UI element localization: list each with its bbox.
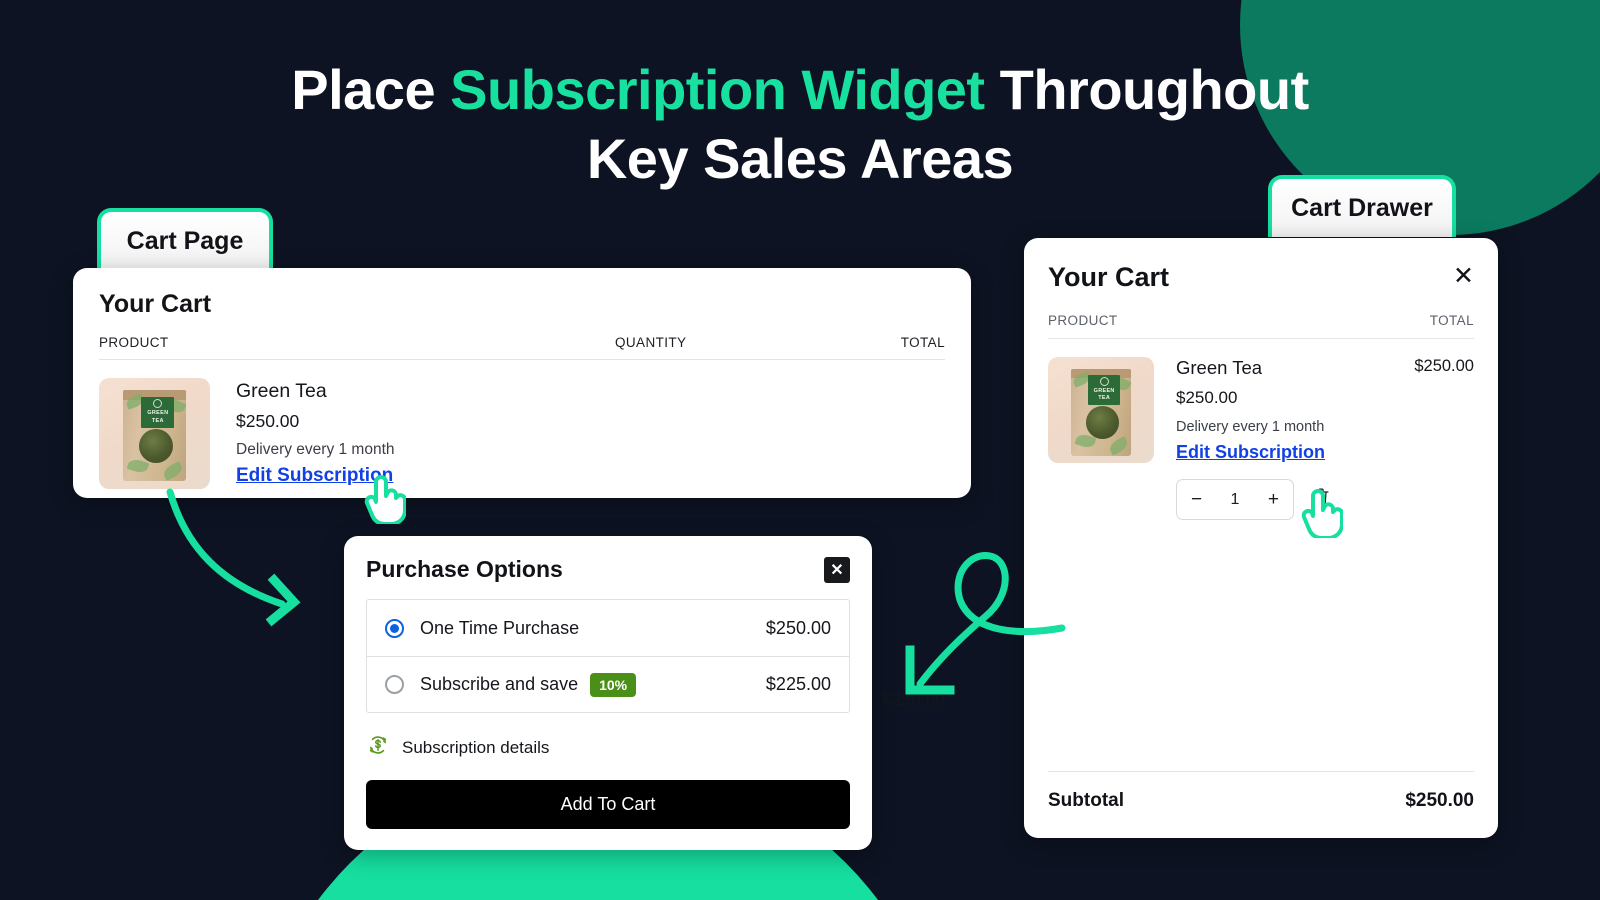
cart-drawer-title: Your Cart (1048, 262, 1170, 292)
title-line-1: Place Subscription Widget Throughout (0, 56, 1600, 125)
product-name: Green Tea (1176, 357, 1263, 378)
tea-bag-label: GREEN TEA (141, 396, 175, 428)
tab-cart-drawer[interactable]: Cart Drawer (1268, 175, 1456, 237)
delivery-frequency: Delivery every 1 month (236, 441, 395, 458)
option-label-one-time: One Time Purchase (420, 617, 580, 638)
tea-label-line-1: GREEN (1093, 387, 1115, 394)
subscription-details-row[interactable]: Subscription details (366, 733, 850, 762)
brand-mark-icon (153, 399, 163, 409)
radio-icon-subscribe[interactable] (385, 675, 404, 694)
delivery-frequency: Delivery every 1 month (1176, 419, 1325, 435)
option-one-time-purchase[interactable]: One Time Purchase $250.00 (367, 600, 849, 656)
list-item: GREEN TEA Green Tea $250.00 Delivery eve… (1048, 357, 1474, 463)
drawer-footer: Subtotal $250.00 (1048, 771, 1474, 812)
column-header-quantity: QUANTITY (615, 335, 687, 350)
product-price: $250.00 (236, 411, 300, 431)
product-info: Green Tea $250.00 Delivery every 1 month… (236, 380, 395, 487)
option-price-one-time: $250.00 (765, 617, 831, 638)
quantity-decrement-button[interactable]: − (1191, 490, 1202, 509)
close-icon[interactable]: ✕ (1453, 264, 1474, 289)
subtotal-label: Subtotal (1048, 790, 1124, 811)
title-line-1-accent: Subscription Widget (450, 58, 985, 121)
cart-page-panel: Your Cart PRODUCT QUANTITY TOTAL GREEN T… (73, 268, 971, 721)
edit-subscription-link[interactable]: Edit Subscription (1176, 442, 1325, 463)
modal-header: Purchase Options ✕ (366, 556, 850, 583)
option-price-subscribe: $225.00 (765, 674, 831, 694)
tab-cart-page[interactable]: Cart Page (97, 208, 273, 270)
subscription-recurring-dollar-icon (366, 733, 390, 762)
edit-subscription-link[interactable]: Edit Subscription (236, 465, 393, 487)
status-badge-discount: 10% (590, 672, 637, 697)
page-title: Place Subscription Widget Throughout Key… (0, 56, 1600, 194)
column-header-total: TOTAL (1429, 313, 1474, 328)
close-icon[interactable]: ✕ (824, 556, 850, 583)
product-name: Green Tea (236, 380, 327, 402)
tab-cart-page-label: Cart Page (126, 226, 244, 255)
purchase-options-list: One Time Purchase $250.00 Subscribe and … (366, 599, 850, 713)
product-thumbnail: GREEN TEA (1048, 357, 1154, 463)
cart-page-divider (99, 359, 945, 360)
trash-icon[interactable] (1312, 487, 1330, 512)
column-header-product: PRODUCT (1048, 313, 1118, 328)
option-subscribe-and-save[interactable]: Subscribe and save 10% $225.00 (367, 656, 849, 712)
purchase-options-modal: Purchase Options ✕ One Time Purchase $25… (344, 536, 872, 850)
radio-icon-one-time[interactable] (385, 618, 404, 638)
quantity-control-group: − 1 + (1176, 479, 1474, 520)
add-to-cart-button[interactable]: Add To Cart (366, 780, 850, 829)
quantity-value: 1 (1230, 490, 1240, 508)
poster-stage: Place Subscription Widget Throughout Key… (0, 0, 1600, 900)
cart-page-column-headers: PRODUCT QUANTITY TOTAL (99, 335, 945, 350)
drawer-column-headers: PRODUCT TOTAL (1048, 313, 1474, 328)
tea-label-line-2: TEA (151, 417, 164, 424)
cart-page-title: Your Cart (99, 290, 212, 318)
subtotal-value: $250.00 (1405, 790, 1474, 811)
subscription-details-label: Subscription details (402, 737, 550, 757)
tea-bag-window (1086, 405, 1120, 439)
cart-drawer-panel: Your Cart ✕ PRODUCT TOTAL GREEN TEA Gree… (1024, 238, 1498, 838)
modal-title: Purchase Options (366, 556, 563, 582)
title-line-1-prefix: Place (291, 58, 451, 121)
tea-bag-label: GREEN TEA (1088, 375, 1121, 405)
line-item-total: $250.00 (881, 689, 945, 709)
arrow-cart-page-to-modal (166, 488, 301, 627)
tab-cart-drawer-label: Cart Drawer (1291, 193, 1433, 222)
quantity-stepper[interactable]: − 1 + (1176, 479, 1294, 520)
footer-divider (1048, 771, 1474, 772)
line-item-total: $250.00 (1414, 357, 1474, 375)
table-row: GREEN TEA Green Tea $250.00 Delivery eve… (99, 378, 945, 489)
column-header-total: TOTAL (900, 335, 945, 350)
quantity-increment-button[interactable]: + (1268, 490, 1279, 509)
product-price: $250.00 (1176, 388, 1238, 407)
tea-label-line-1: GREEN (147, 410, 169, 417)
drawer-divider (1048, 338, 1474, 339)
drawer-header: Your Cart ✕ (1048, 262, 1474, 293)
option-label-subscribe: Subscribe and save (420, 674, 579, 694)
brand-mark-icon (1099, 376, 1109, 386)
column-header-product: PRODUCT (99, 335, 169, 350)
product-thumbnail: GREEN TEA (99, 378, 210, 489)
product-info: Green Tea $250.00 Delivery every 1 month… (1176, 357, 1414, 463)
tea-label-line-2: TEA (1098, 395, 1111, 402)
title-line-1-suffix: Throughout (984, 58, 1310, 121)
